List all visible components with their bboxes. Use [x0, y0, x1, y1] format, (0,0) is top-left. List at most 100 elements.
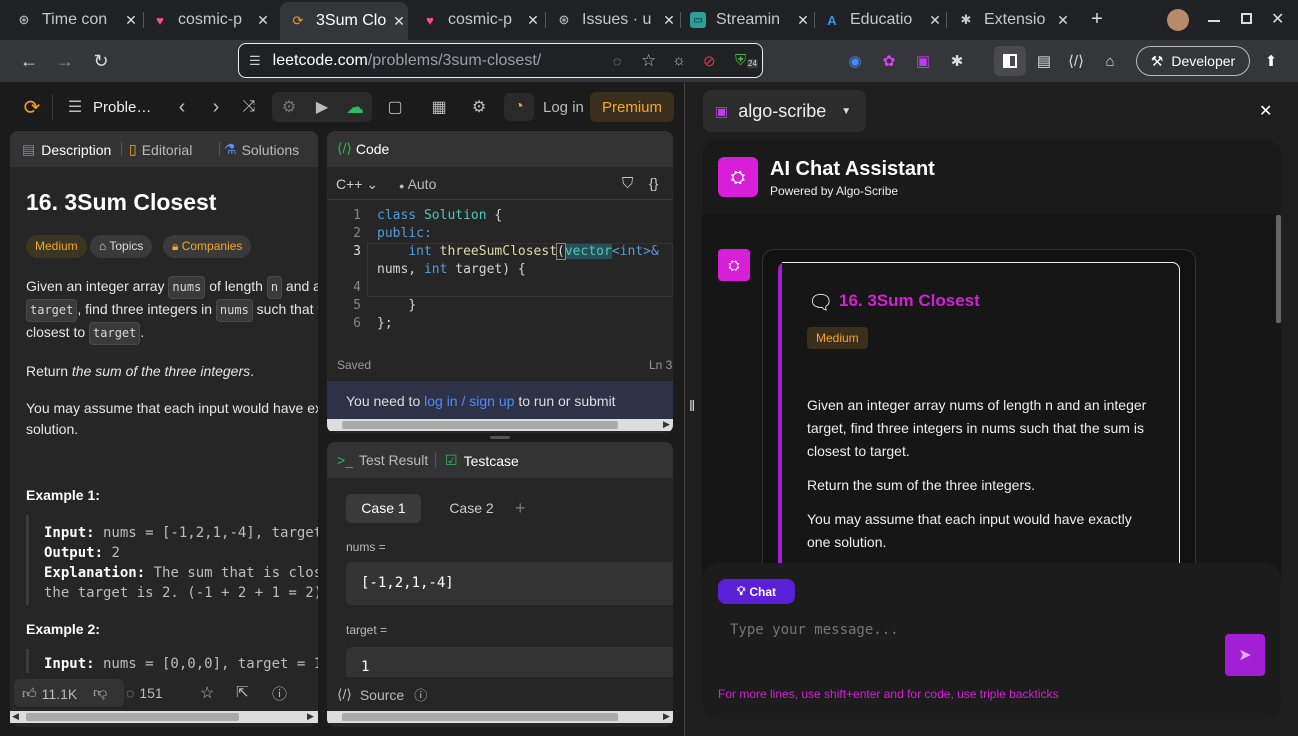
forward-icon[interactable]: →: [52, 49, 78, 73]
description-hscroll-thumb[interactable]: [26, 713, 239, 721]
scroll-right-arrow[interactable]: ▶: [663, 419, 670, 430]
extensions-icon[interactable]: ✱: [946, 50, 968, 72]
nums-input[interactable]: [-1,2,1,-4]: [346, 562, 673, 605]
topics-tag[interactable]: ⌂ Topics: [90, 235, 153, 258]
send-button[interactable]: ➤: [1225, 634, 1265, 676]
format-braces-icon[interactable]: {}: [649, 175, 658, 191]
back-icon[interactable]: ←: [16, 49, 42, 73]
browser-tab[interactable]: ♥ cosmic-p ✕: [420, 4, 542, 36]
case-1-button[interactable]: Case 1: [346, 494, 421, 523]
panel-divider[interactable]: [318, 131, 326, 727]
target-input[interactable]: 1: [346, 647, 673, 677]
palette-icon[interactable]: ✿: [878, 50, 900, 72]
language-select[interactable]: C++ ⌄: [336, 176, 378, 193]
site-info-icon[interactable]: ☰: [249, 53, 261, 69]
star-icon[interactable]: ☆: [641, 51, 656, 71]
side-panel-resize-handle[interactable]: ‖: [689, 398, 695, 415]
close-tab-icon[interactable]: ✕: [660, 12, 678, 29]
address-bar[interactable]: ☰ leetcode.com/problems/3sum-closest/ ◌ …: [238, 43, 763, 78]
browser-tab[interactable]: ⊛ Time con ✕: [14, 4, 140, 36]
premium-button[interactable]: Premium: [590, 92, 674, 122]
problem-list-label[interactable]: Proble…: [93, 99, 151, 116]
run-icon[interactable]: ▶: [311, 96, 333, 118]
problem-title[interactable]: 16. 3Sum Closest: [26, 189, 216, 216]
close-window-button[interactable]: ✕: [1271, 9, 1284, 29]
dev-tools-icon[interactable]: ⟨/⟩: [1065, 50, 1087, 72]
side-panel-icon[interactable]: [994, 46, 1026, 76]
chat-mode-button[interactable]: 💡︎ Chat: [718, 579, 795, 604]
scroll-right-arrow[interactable]: ▶: [663, 711, 670, 722]
reading-list-icon[interactable]: ▤: [1033, 50, 1055, 72]
login-link[interactable]: Log in: [543, 99, 584, 116]
reload-icon[interactable]: ↻: [88, 49, 114, 73]
browser-tab[interactable]: ▭ Streamin ✕: [688, 4, 812, 36]
timer-icon[interactable]: ◔: [504, 93, 534, 121]
help-icon[interactable]: ⓘ: [272, 683, 287, 704]
ublock-icon[interactable]: ⊘: [703, 52, 716, 70]
close-tab-icon[interactable]: ✕: [1054, 12, 1072, 29]
close-side-panel-icon[interactable]: ✕: [1259, 101, 1272, 121]
close-tab-icon[interactable]: ✕: [794, 12, 812, 29]
share-icon[interactable]: ⇱: [236, 683, 249, 701]
shield-icon[interactable]: ⛨: [735, 52, 746, 69]
chat-scrollbar[interactable]: [1276, 215, 1281, 323]
eye-off-icon[interactable]: ◌: [613, 53, 621, 69]
extension-selector[interactable]: ▣ algo-scribe ▼: [703, 90, 866, 132]
add-case-icon[interactable]: +: [515, 498, 526, 519]
maximize-button[interactable]: [1241, 13, 1252, 24]
dislike-button[interactable]: 👎︎: [93, 684, 107, 701]
next-problem-icon[interactable]: ›: [206, 96, 226, 118]
debug-icon[interactable]: ⚙: [278, 96, 300, 118]
scroll-right-arrow[interactable]: ▶: [307, 711, 314, 722]
leetcode-logo[interactable]: ⟳: [22, 96, 42, 119]
browser-tab[interactable]: ♥ cosmic-p ✕: [150, 4, 272, 36]
close-tab-icon[interactable]: ✕: [390, 13, 408, 30]
algo-scribe-ext-icon[interactable]: ▣: [912, 50, 934, 72]
developer-button[interactable]: ⚒ Developer: [1136, 46, 1250, 76]
problem-list-icon[interactable]: ☰: [66, 97, 84, 117]
companies-tag[interactable]: 🔒︎ Companies: [163, 235, 252, 258]
favorite-star-icon[interactable]: ☆: [200, 683, 214, 703]
close-tab-icon[interactable]: ✕: [254, 12, 272, 29]
tab-test-result[interactable]: >_ Test Result: [337, 452, 428, 468]
chat-message-input[interactable]: [718, 614, 1218, 646]
testcase-hscroll-thumb[interactable]: [342, 713, 618, 721]
close-tab-icon[interactable]: ✕: [524, 12, 542, 29]
source-button[interactable]: ⟨/⟩ Source ⓘ: [337, 685, 427, 704]
profile-avatar[interactable]: [1167, 9, 1189, 31]
tab-testcase[interactable]: ☑ Testcase: [445, 452, 519, 469]
scroll-left-arrow[interactable]: ◀: [12, 711, 19, 722]
code-editor[interactable]: class Solution { public: int threeSumClo…: [377, 207, 659, 333]
auto-mode[interactable]: ● Auto: [399, 176, 436, 192]
new-tab-button[interactable]: +: [1086, 8, 1108, 30]
layout-icon[interactable]: ▦: [428, 96, 450, 118]
cart-icon[interactable]: ⌂: [1099, 50, 1121, 72]
sun-icon[interactable]: ☼: [672, 52, 686, 69]
close-tab-icon[interactable]: ✕: [122, 12, 140, 29]
help-icon[interactable]: ⓘ: [414, 685, 427, 704]
close-tab-icon[interactable]: ✕: [926, 12, 944, 29]
minimize-button[interactable]: [1208, 20, 1220, 22]
settings-icon[interactable]: ⚙: [468, 96, 490, 118]
notes-icon[interactable]: ▢: [384, 96, 406, 118]
browser-tab[interactable]: A Educatio ✕: [822, 4, 944, 36]
bookmark-icon[interactable]: ⛉: [622, 175, 633, 192]
like-button[interactable]: 👍︎ 11.1K: [22, 685, 77, 702]
code-tab[interactable]: ⟨/⟩ Code: [337, 140, 389, 157]
case-2-button[interactable]: Case 2: [434, 494, 509, 523]
prev-problem-icon[interactable]: ‹: [172, 96, 192, 118]
code-hscroll-thumb[interactable]: [342, 421, 618, 429]
browser-tab-active[interactable]: ⟳ 3Sum Clo ✕: [280, 2, 408, 40]
tab-editorial[interactable]: ▯ Editorial: [129, 141, 192, 158]
tab-description[interactable]: ▤ Description: [22, 141, 111, 158]
shuffle-icon[interactable]: ⤨: [238, 96, 260, 118]
vertical-resize-handle[interactable]: [490, 436, 510, 439]
comments-button[interactable]: ◌ 151: [126, 685, 163, 701]
browser-tab[interactable]: ✱ Extensio ✕: [956, 4, 1072, 36]
update-icon[interactable]: ⬆: [1260, 50, 1282, 72]
submit-icon[interactable]: ☁: [343, 96, 367, 118]
tab-solutions[interactable]: ⚗ Solutions: [224, 141, 299, 158]
browser-tab[interactable]: ⊛ Issues · u ✕: [554, 4, 678, 36]
color-picker-icon[interactable]: ◉: [844, 50, 866, 72]
login-signup-link[interactable]: log in / sign up: [424, 393, 514, 409]
